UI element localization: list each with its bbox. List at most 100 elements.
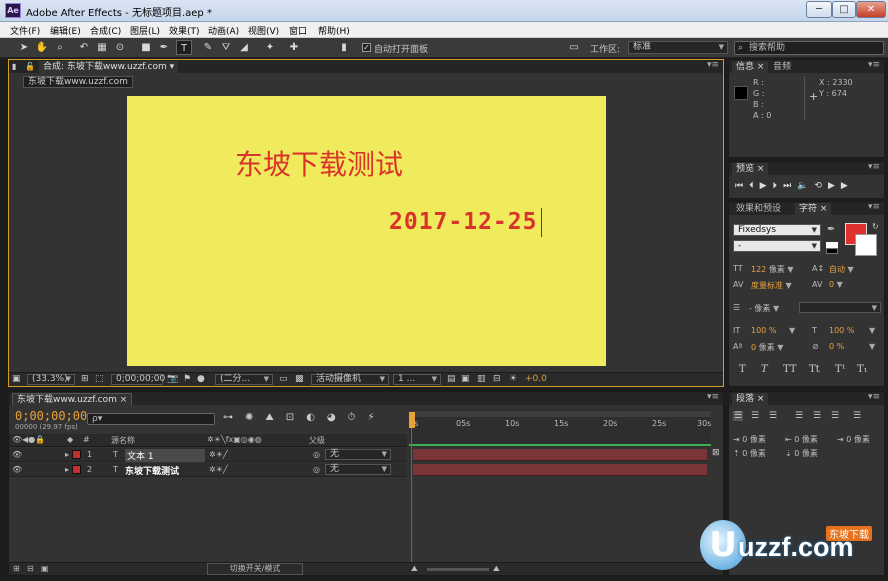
eyedropper-icon[interactable]: ✒: [827, 224, 835, 235]
zoom-tool-icon[interactable]: ⌕: [52, 40, 68, 55]
align-center-icon[interactable]: ☰: [751, 411, 759, 421]
menu-effect[interactable]: 效果(T): [169, 24, 200, 37]
all-caps-button[interactable]: TT: [783, 364, 797, 375]
timeline-menu-icon[interactable]: ▾≡: [707, 392, 719, 402]
ram-preview-icon[interactable]: ▶▶: [828, 181, 854, 191]
black-swatch[interactable]: [826, 248, 838, 254]
layer-row-2[interactable]: 👁 ▸ 2 T 东坡下载测试 ✲☀╱ ◎ 无 ▼: [9, 463, 407, 477]
menu-animation[interactable]: 动画(A): [208, 24, 239, 37]
paragraph-menu-icon[interactable]: ▾≡: [868, 392, 880, 402]
always-preview-icon[interactable]: ▣: [12, 374, 21, 384]
pan-behind-tool-icon[interactable]: ⊙: [112, 40, 128, 55]
indent-right-field[interactable]: ⇤ 0 像素: [785, 434, 818, 445]
horizontal-scale-chevron-icon[interactable]: ▼: [869, 326, 875, 335]
layer-2-switch-icons[interactable]: ✲☀╱: [209, 465, 228, 474]
tab-paragraph[interactable]: 段落 ×: [732, 393, 769, 405]
clone-stamp-tool-icon[interactable]: ⛛: [218, 40, 234, 55]
layer-1-parent-dropdown[interactable]: 无 ▼: [325, 449, 391, 460]
timeline-icon[interactable]: ▥: [477, 374, 486, 384]
exposure-value[interactable]: +0.0: [525, 374, 547, 384]
faux-italic-button[interactable]: T: [761, 364, 768, 375]
menu-window[interactable]: 窗口: [289, 24, 307, 37]
composition-viewer[interactable]: 东坡下载测试 2017-12-25: [9, 90, 723, 372]
panel-menu-icon[interactable]: ▾≡: [707, 60, 719, 70]
zoom-out-icon[interactable]: ⛰: [411, 564, 418, 574]
font-size-value[interactable]: 122 像素 ▼: [751, 264, 794, 275]
live-update-icon[interactable]: ✺: [245, 412, 265, 423]
justify-center-icon[interactable]: ☰: [813, 411, 821, 421]
toggle-pixel-icon[interactable]: ▤: [447, 374, 456, 384]
justify-left-icon[interactable]: ☰: [795, 411, 803, 421]
minimize-button[interactable]: ─: [806, 1, 832, 18]
fast-preview-icon[interactable]: ▣: [461, 374, 470, 384]
loop-icon[interactable]: ⟲: [814, 181, 828, 191]
draft-3d-icon[interactable]: ⛰: [265, 412, 285, 423]
roto-brush-tool-icon[interactable]: ✦: [262, 40, 278, 55]
comp-mini-flowchart-icon[interactable]: ⊶: [223, 412, 245, 423]
last-frame-icon[interactable]: ⏭: [783, 181, 797, 191]
layer-2-pickwhip-icon[interactable]: ◎: [313, 465, 320, 474]
justify-all-icon[interactable]: ☰: [853, 411, 861, 421]
toggle-switches-modes-button[interactable]: 切换开关/模式: [207, 563, 303, 575]
align-left-icon[interactable]: ☰: [733, 411, 744, 421]
small-caps-button[interactable]: Tt: [809, 364, 820, 375]
lock-icon[interactable]: 🔓: [25, 62, 35, 71]
indent-left-field[interactable]: ⇥ 0 像素: [733, 434, 766, 445]
safe-area-icon[interactable]: ⊞: [81, 374, 89, 384]
tab-composition[interactable]: 合成: 东坡下载www.uzzf.com ▾: [39, 61, 179, 73]
tab-effects-presets[interactable]: 效果和预设: [732, 203, 785, 215]
layer-1-switch-icons[interactable]: ✲☀╱: [209, 450, 228, 459]
menu-composition[interactable]: 合成(C): [90, 24, 121, 37]
camera-dropdown[interactable]: 活动摄像机 ▼: [311, 374, 389, 385]
graph-editor-icon[interactable]: ⏱: [348, 412, 368, 423]
menu-edit[interactable]: 编辑(E): [50, 24, 81, 37]
layer-1-name[interactable]: 文本 1: [125, 449, 205, 462]
expand-layer-switches-icon[interactable]: ⊞: [13, 564, 20, 573]
zoom-dropdown[interactable]: (33.3%) ▼: [27, 374, 75, 385]
timeline-search-input[interactable]: ρ▾: [87, 413, 215, 425]
time-ruler[interactable]: 0s 05s 10s 15s 20s 25s 30s: [409, 419, 711, 433]
layer-1-duration-bar[interactable]: [413, 449, 707, 461]
tab-character[interactable]: 字符 ×: [795, 203, 832, 215]
view-layout-dropdown[interactable]: 1 ... ▼: [393, 374, 441, 385]
composition-breadcrumb[interactable]: 东坡下载www.uzzf.com: [23, 76, 133, 88]
space-after-field[interactable]: ⇣ 0 像素: [785, 448, 818, 459]
layer-2-visibility-icon[interactable]: 👁: [12, 465, 22, 474]
swap-colors-icon[interactable]: ↻: [872, 222, 879, 231]
tsume-chevron-icon[interactable]: ▼: [869, 342, 875, 351]
preview-menu-icon[interactable]: ▾≡: [868, 162, 880, 172]
close-button[interactable]: ✕: [856, 1, 886, 18]
font-style-dropdown[interactable]: - ▼: [733, 240, 821, 252]
layer-2-name[interactable]: 东坡下载测试: [125, 464, 179, 477]
canvas-text-main[interactable]: 东坡下载测试: [235, 143, 403, 183]
brush-tool-icon[interactable]: ✎: [200, 40, 216, 55]
superscript-button[interactable]: T¹: [835, 364, 846, 375]
prev-frame-icon[interactable]: ⏴: [749, 181, 760, 191]
menu-view[interactable]: 视图(V): [248, 24, 279, 37]
pen-tool-icon[interactable]: ✒: [156, 40, 172, 55]
space-before-field[interactable]: ⇡ 0 像素: [733, 448, 766, 459]
layer-2-label-swatch[interactable]: [72, 465, 81, 474]
layer-row-1[interactable]: 👁 ▸ 1 T 文本 1 ✲☀╱ ◎ 无 ▼: [9, 448, 407, 462]
play-icon[interactable]: ▶: [760, 181, 773, 191]
rotate-tool-icon[interactable]: ↶: [76, 40, 92, 55]
expand-stretch-icon[interactable]: ▣: [41, 564, 49, 573]
workspace-dropdown[interactable]: 标准 ▼: [628, 41, 728, 54]
transparency-grid-icon[interactable]: ▩: [295, 374, 304, 384]
layer-2-parent-dropdown[interactable]: 无 ▼: [325, 464, 391, 475]
resolution-dropdown[interactable]: (二分... ▼: [215, 374, 273, 385]
indent-first-field[interactable]: ⇥ 0 像素: [837, 434, 870, 445]
motion-blur-icon[interactable]: ◕: [327, 412, 348, 423]
type-tool-icon[interactable]: T: [176, 40, 192, 55]
stroke-color-swatch[interactable]: [855, 234, 877, 256]
stroke-width-value[interactable]: - 像素 ▼: [749, 303, 779, 314]
flowchart-icon[interactable]: ⊟: [493, 374, 501, 384]
layer-2-duration-bar[interactable]: [413, 464, 707, 476]
font-family-dropdown[interactable]: Fixedsys ▼: [733, 224, 821, 236]
layer-1-pickwhip-icon[interactable]: ◎: [313, 450, 320, 459]
kerning-value[interactable]: 度量标准 ▼: [751, 280, 792, 291]
tsume-value[interactable]: 0 %: [829, 342, 844, 351]
brainstorm-icon[interactable]: ⚡: [367, 412, 386, 423]
faux-bold-button[interactable]: T: [739, 364, 746, 375]
subscript-button[interactable]: T₁: [857, 364, 868, 375]
